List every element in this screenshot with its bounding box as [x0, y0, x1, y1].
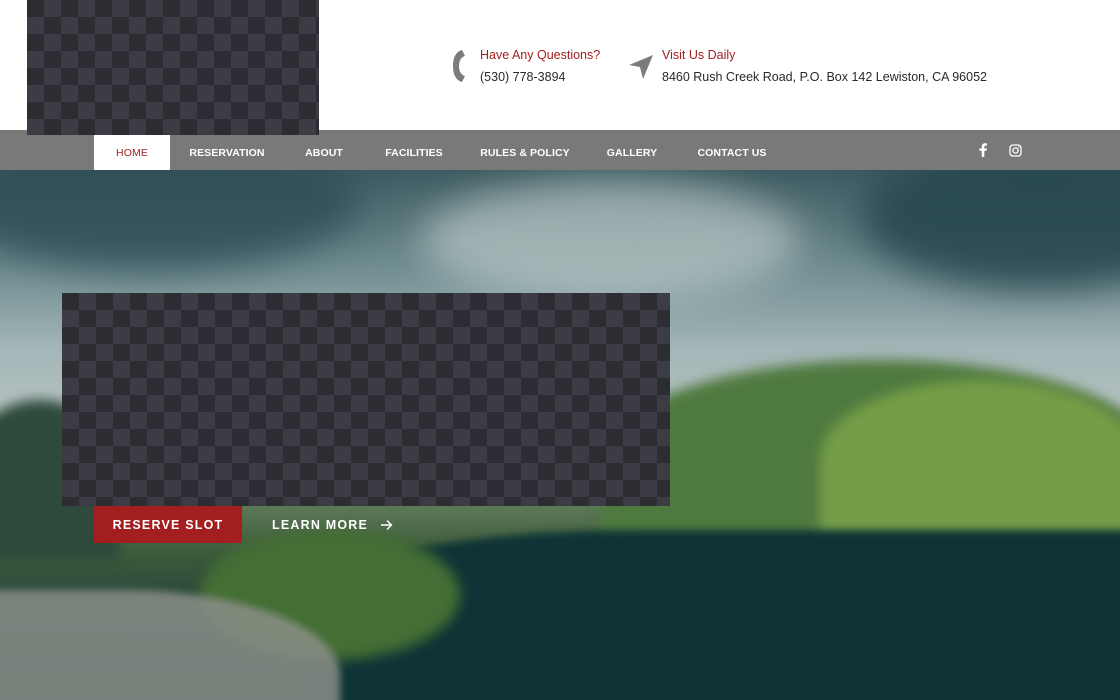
instagram-icon[interactable] — [1007, 142, 1023, 158]
reserve-slot-button[interactable]: RESERVE SLOT — [94, 506, 242, 543]
nav-item-about[interactable]: ABOUT — [300, 135, 348, 170]
nav-item-home[interactable]: HOME — [94, 135, 170, 170]
nav-item-facilities[interactable]: FACILITIES — [382, 135, 446, 170]
nav-item-gallery[interactable]: GALLERY — [604, 135, 660, 170]
hero-section: RESERVE SLOT LEARN MORE — [0, 170, 1120, 700]
phone-heading: Have Any Questions? — [480, 48, 601, 62]
hero-cloud — [0, 170, 360, 270]
location-arrow-icon — [628, 46, 654, 86]
hero-cloud — [860, 170, 1120, 290]
site-header: Have Any Questions? (530) 778-3894 Visit… — [0, 0, 1120, 135]
visit-heading: Visit Us Daily — [662, 48, 736, 62]
learn-more-button[interactable]: LEARN MORE — [272, 506, 393, 543]
facebook-icon[interactable] — [975, 142, 991, 158]
hero-treeline — [820, 380, 1120, 540]
nav-item-rules-policy[interactable]: RULES & POLICY — [480, 135, 570, 170]
visit-contact: Visit Us Daily 8460 Rush Creek Road, P.O… — [628, 46, 987, 86]
visit-address: 8460 Rush Creek Road, P.O. Box 142 Lewis… — [662, 70, 987, 84]
nav-item-reservation[interactable]: RESERVATION — [186, 135, 268, 170]
hero-banner-image — [62, 293, 670, 506]
main-nav: HOME RESERVATION ABOUT FACILITIES RULES … — [0, 130, 1120, 170]
learn-more-label: LEARN MORE — [272, 517, 369, 532]
phone-icon — [446, 46, 472, 86]
arrow-right-icon — [380, 519, 393, 531]
nav-item-contact-us[interactable]: CONTACT US — [694, 135, 770, 170]
site-logo[interactable] — [27, 0, 319, 135]
phone-contact: Have Any Questions? (530) 778-3894 — [446, 46, 600, 86]
phone-number[interactable]: (530) 778-3894 — [480, 68, 600, 86]
hero-cloud — [420, 180, 800, 300]
